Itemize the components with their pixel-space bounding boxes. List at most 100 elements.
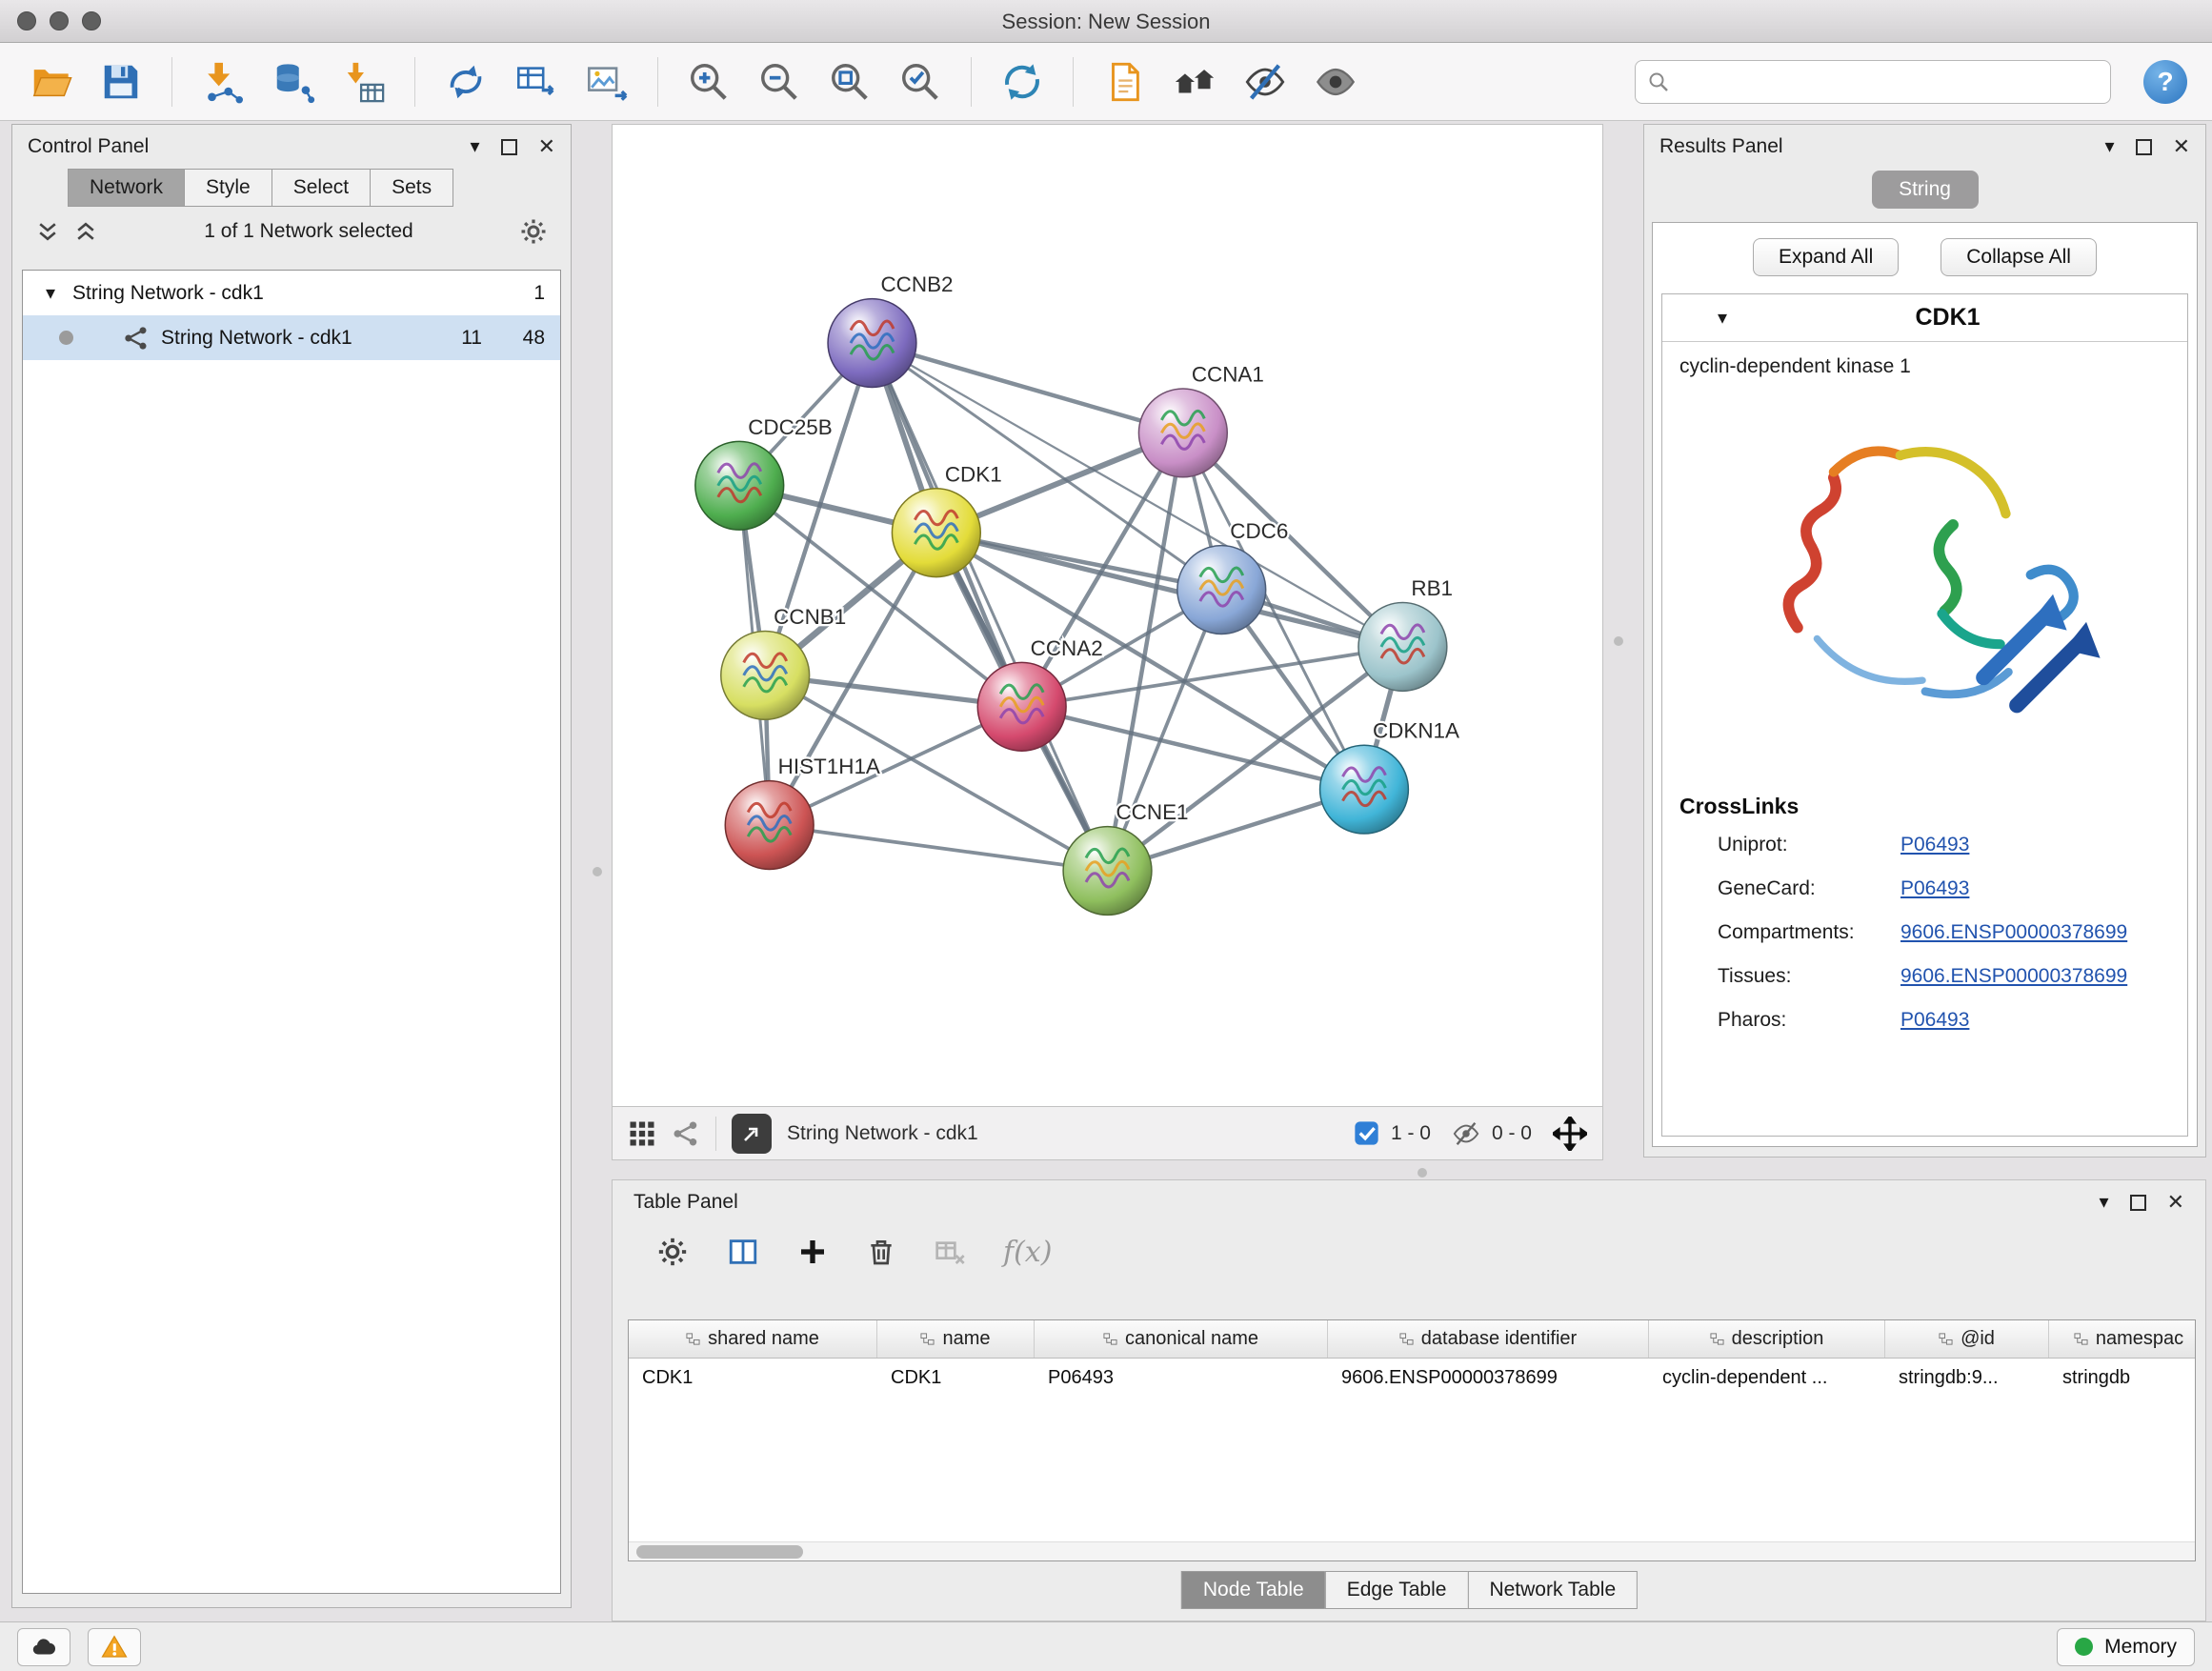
- zoom-selected-button[interactable]: [891, 52, 950, 111]
- network-node-CCNB1[interactable]: CCNB1: [721, 605, 846, 719]
- table-settings-gear-icon[interactable]: [656, 1236, 689, 1268]
- network-edge[interactable]: [872, 343, 1182, 433]
- close-panel-icon[interactable]: ✕: [2173, 136, 2190, 157]
- network-edge[interactable]: [770, 825, 1108, 871]
- zoom-in-button[interactable]: [679, 52, 738, 111]
- hide-view-button[interactable]: [1236, 52, 1295, 111]
- memory-button[interactable]: Memory: [2057, 1628, 2195, 1666]
- open-session-button[interactable]: [21, 52, 80, 111]
- main-toolbar: ?: [0, 43, 2212, 121]
- network-node-CCNA1[interactable]: CCNA1: [1138, 362, 1263, 476]
- network-collection-row[interactable]: ▾ String Network - cdk1 1: [23, 271, 560, 315]
- collapse-all-icon[interactable]: [35, 219, 60, 244]
- tab-sets[interactable]: Sets: [370, 169, 453, 207]
- network-row-selected[interactable]: String Network - cdk1 11 48: [23, 315, 560, 360]
- import-network-file-button[interactable]: [193, 52, 252, 111]
- horizontal-scrollbar[interactable]: [629, 1541, 2195, 1560]
- import-table-file-button[interactable]: [334, 52, 393, 111]
- tab-style[interactable]: Style: [184, 169, 272, 207]
- zoom-out-button[interactable]: [750, 52, 809, 111]
- float-panel-icon[interactable]: [2130, 1195, 2146, 1211]
- tab-string[interactable]: String: [1872, 171, 1979, 209]
- control-panel-header: Control Panel ▾ ✕: [12, 125, 571, 169]
- save-session-button[interactable]: [91, 52, 151, 111]
- help-button[interactable]: ?: [2143, 60, 2187, 104]
- tab-node-table[interactable]: Node Table: [1181, 1571, 1326, 1609]
- expand-all-button[interactable]: Expand All: [1753, 238, 1899, 276]
- network-graph[interactable]: CCNB2CCNA1CDC25BCDK1CDC6RB1CCNB1CCNA2CDK…: [613, 125, 1602, 1106]
- crosslink-link[interactable]: 9606.ENSP00000378699: [1900, 965, 2127, 988]
- expand-all-icon[interactable]: [73, 219, 98, 244]
- panel-menu-icon[interactable]: ▾: [471, 137, 480, 156]
- show-view-button[interactable]: [1306, 52, 1365, 111]
- crosslink-link[interactable]: P06493: [1900, 877, 1969, 900]
- table-cell: P06493: [1035, 1359, 1328, 1399]
- table-panel: Table Panel ▾ ✕ f(x) shared namenamecano…: [612, 1179, 2206, 1621]
- show-columns-icon[interactable]: [727, 1236, 759, 1268]
- network-node-CCNB2[interactable]: CCNB2: [828, 272, 953, 387]
- bottom-splitter-handle[interactable]: [1418, 1168, 1427, 1178]
- search-input[interactable]: [1679, 70, 2099, 92]
- network-node-HIST1H1A[interactable]: HIST1H1A: [725, 755, 880, 869]
- crosslink-link[interactable]: 9606.ENSP00000378699: [1900, 921, 2127, 944]
- close-panel-icon[interactable]: ✕: [2167, 1192, 2184, 1213]
- export-image-button[interactable]: [577, 52, 636, 111]
- import-network-database-button[interactable]: [264, 52, 323, 111]
- network-node-CDC25B[interactable]: CDC25B: [695, 415, 833, 530]
- column-header-name[interactable]: name: [877, 1320, 1035, 1358]
- network-node-RB1[interactable]: RB1: [1358, 576, 1453, 691]
- tab-select[interactable]: Select: [271, 169, 371, 207]
- column-header-shared-name[interactable]: shared name: [629, 1320, 877, 1358]
- column-header-canonical-name[interactable]: canonical name: [1035, 1320, 1328, 1358]
- network-share-icon[interactable]: [672, 1119, 700, 1148]
- network-edge[interactable]: [936, 533, 1403, 647]
- close-panel-icon[interactable]: ✕: [538, 136, 555, 157]
- zoom-fit-button[interactable]: [820, 52, 879, 111]
- column-header-database-identifier[interactable]: database identifier: [1328, 1320, 1649, 1358]
- protein-card-header[interactable]: ▾ CDK1: [1662, 294, 2187, 342]
- minimize-window-button[interactable]: [50, 11, 69, 30]
- clone-network-button[interactable]: [436, 52, 495, 111]
- import-network-file-icon: [201, 60, 245, 104]
- crosslink-link[interactable]: P06493: [1900, 834, 1969, 856]
- cloud-status-button[interactable]: [17, 1628, 70, 1666]
- document-button[interactable]: [1095, 52, 1154, 111]
- home-button[interactable]: [1165, 52, 1224, 111]
- hidden-eye-slash-icon[interactable]: [1452, 1119, 1480, 1148]
- table-row[interactable]: CDK1CDK1P064939606.ENSP00000378699cyclin…: [629, 1359, 2195, 1399]
- network-edge[interactable]: [872, 343, 1107, 871]
- refresh-button[interactable]: [993, 52, 1052, 111]
- warnings-button[interactable]: [88, 1628, 141, 1666]
- pan-crosshair-icon[interactable]: [1553, 1117, 1587, 1151]
- zoom-window-button[interactable]: [82, 11, 101, 30]
- crosslink-link[interactable]: P06493: [1900, 1009, 1969, 1032]
- left-splitter-handle[interactable]: [593, 867, 602, 876]
- scrollbar-thumb[interactable]: [636, 1545, 803, 1559]
- column-header-namespac[interactable]: namespac: [2049, 1320, 2196, 1358]
- tab-network[interactable]: Network: [68, 169, 185, 207]
- float-panel-icon[interactable]: [2136, 139, 2152, 155]
- panel-menu-icon[interactable]: ▾: [2100, 1193, 2109, 1212]
- close-window-button[interactable]: [17, 11, 36, 30]
- network-canvas[interactable]: CCNB2CCNA1CDC25BCDK1CDC6RB1CCNB1CCNA2CDK…: [612, 124, 1603, 1107]
- tab-edge-table[interactable]: Edge Table: [1325, 1571, 1469, 1609]
- float-panel-icon[interactable]: [501, 139, 517, 155]
- network-node-CDKN1A[interactable]: CDKN1A: [1320, 719, 1459, 834]
- column-header--id[interactable]: @id: [1885, 1320, 2049, 1358]
- network-from-table-button[interactable]: [507, 52, 566, 111]
- gear-icon[interactable]: [519, 217, 548, 246]
- tab-network-table[interactable]: Network Table: [1467, 1571, 1638, 1609]
- collapse-all-button[interactable]: Collapse All: [1941, 238, 2097, 276]
- panel-menu-icon[interactable]: ▾: [2105, 137, 2115, 156]
- column-header-description[interactable]: description: [1649, 1320, 1885, 1358]
- detach-view-button[interactable]: [732, 1114, 772, 1154]
- crosslink-label: Tissues:: [1718, 965, 1900, 988]
- selected-checkbox-icon[interactable]: [1354, 1120, 1379, 1146]
- delete-column-trash-icon[interactable]: [866, 1237, 896, 1267]
- collection-disclosure-icon[interactable]: ▾: [46, 281, 55, 305]
- crosslink-label: Pharos:: [1718, 1009, 1900, 1032]
- add-column-plus-icon[interactable]: [797, 1237, 828, 1267]
- right-splitter-handle[interactable]: [1614, 636, 1623, 646]
- grid-view-icon[interactable]: [628, 1119, 656, 1148]
- collapse-protein-icon[interactable]: ▾: [1718, 306, 1727, 330]
